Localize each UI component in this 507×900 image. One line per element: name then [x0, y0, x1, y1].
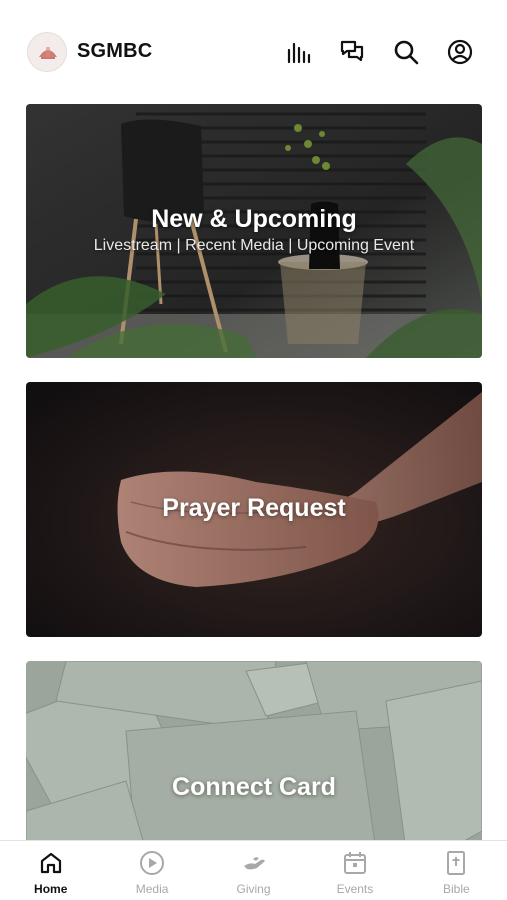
new-upcoming-subtitle: Livestream | Recent Media | Upcoming Eve…: [93, 237, 415, 254]
search-icon[interactable]: [390, 36, 422, 68]
new-upcoming-card[interactable]: New & Upcoming Livestream | Recent Media…: [26, 104, 482, 358]
prayer-request-title: Prayer Request: [162, 494, 346, 522]
connect-card-title: Connect Card: [172, 773, 336, 801]
audio-bars-icon[interactable]: [283, 36, 315, 68]
chat-bubbles-icon[interactable]: [336, 36, 368, 68]
bible-icon: [447, 851, 466, 875]
tab-giving[interactable]: Giving: [203, 841, 304, 900]
home-icon: [40, 852, 61, 874]
connect-card-card[interactable]: Connect Card: [26, 661, 482, 851]
tab-giving-label: Giving: [236, 882, 271, 896]
top-header: SGMBC: [0, 0, 507, 100]
connect-card-image: [26, 661, 482, 851]
giving-hand-icon: [243, 857, 265, 870]
church-logo: [27, 32, 67, 72]
tab-media-label: Media: [135, 882, 169, 896]
tab-events-label: Events: [336, 882, 374, 896]
bottom-tab-bar: Home Media Giving Events Bible: [0, 840, 507, 900]
prayer-request-card[interactable]: Prayer Request: [26, 382, 482, 637]
calendar-icon: [343, 852, 366, 874]
play-circle-icon: [140, 851, 165, 875]
tab-media[interactable]: Media: [101, 841, 202, 900]
tab-home-label: Home: [34, 882, 68, 896]
profile-icon[interactable]: [444, 36, 476, 68]
app-screen: SGMBC New & Upcoming Livestream | Recent…: [0, 0, 507, 900]
tab-home[interactable]: Home: [0, 841, 101, 900]
app-title: SGMBC: [77, 40, 153, 62]
tab-events[interactable]: Events: [304, 841, 405, 900]
tab-bible[interactable]: Bible: [406, 841, 507, 900]
new-upcoming-title: New & Upcoming: [151, 205, 357, 233]
tab-bible-label: Bible: [442, 882, 470, 896]
